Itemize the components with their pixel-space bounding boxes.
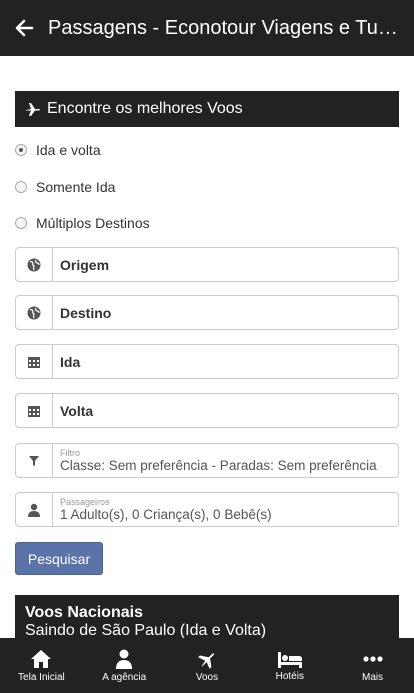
globe-icon	[27, 306, 41, 319]
flight-search-title: Encontre os melhores Voos	[47, 100, 243, 117]
passengers-label: Passageiros	[60, 497, 110, 507]
filter-content: Filtro Classe: Sem preferência - Paradas…	[53, 444, 377, 477]
origin-field[interactable]: Origem	[15, 247, 399, 282]
filter-field[interactable]: Filtro Classe: Sem preferência - Paradas…	[15, 443, 399, 478]
promo-card[interactable]: Voos Nacionais Saindo de São Paulo (Ida …	[15, 595, 399, 638]
search-button[interactable]: Pesquisar	[15, 542, 103, 575]
plane-icon	[198, 652, 214, 669]
nav-home[interactable]: Tela Inicial	[0, 638, 83, 693]
arrow-left-icon	[15, 19, 34, 37]
trip-type-oneway-label: Somente Ida	[36, 179, 116, 195]
destination-addon	[16, 296, 53, 329]
trip-type-roundtrip-label: Ida e volta	[36, 142, 101, 158]
more-icon	[362, 655, 383, 662]
filter-addon	[16, 444, 53, 477]
app-bar: Passagens - Econotour Viagens e Turismo	[0, 0, 414, 56]
user-icon	[116, 649, 133, 669]
nav-flights-label: Voos	[195, 671, 219, 683]
nav-hotels[interactable]: Hotéis	[248, 638, 331, 693]
bed-icon	[277, 651, 302, 668]
filter-value: Classe: Sem preferência - Paradas: Sem p…	[60, 458, 377, 473]
nav-flights[interactable]: Voos	[166, 638, 249, 693]
back-button[interactable]	[0, 0, 48, 56]
passengers-value: 1 Adulto(s), 0 Criança(s), 0 Bebê(s)	[60, 507, 272, 522]
filter-icon	[29, 455, 39, 466]
bottom-nav: Tela Inicial A agência Voos Hotéis Mais	[0, 638, 414, 693]
passengers-content: Passageiros 1 Adulto(s), 0 Criança(s), 0…	[53, 493, 272, 526]
promo-subtitle: Saindo de São Paulo (Ida e Volta)	[25, 622, 267, 638]
calendar-icon	[28, 356, 40, 368]
departure-date-input[interactable]: Ida	[53, 345, 80, 378]
return-date-field[interactable]: Volta	[15, 393, 399, 428]
plane-icon	[26, 103, 40, 116]
home-icon	[31, 649, 52, 668]
radio-oneway[interactable]	[15, 181, 27, 193]
passengers-addon	[16, 493, 53, 526]
user-icon	[28, 503, 40, 517]
trip-type-multicity-label: Múltiplos Destinos	[36, 215, 150, 231]
nav-agency-label: A agência	[102, 671, 147, 683]
nav-hotels-label: Hotéis	[275, 670, 304, 682]
calendar-icon	[28, 405, 40, 417]
filter-label: Filtro	[60, 448, 80, 458]
origin-input[interactable]: Origem	[53, 248, 109, 281]
nav-more-label: Mais	[362, 671, 384, 683]
destination-field[interactable]: Destino	[15, 295, 399, 330]
promo-title: Voos Nacionais	[25, 604, 143, 621]
radio-roundtrip[interactable]	[15, 144, 27, 156]
origin-addon	[16, 248, 53, 281]
flight-search-header: Encontre os melhores Voos	[15, 91, 399, 127]
return-date-addon	[16, 394, 53, 427]
departure-date-field[interactable]: Ida	[15, 344, 399, 379]
main-content: Encontre os melhores Voos Ida e volta So…	[0, 56, 414, 638]
globe-icon	[27, 258, 41, 271]
page-title: Passagens - Econotour Viagens e Turismo	[48, 16, 400, 39]
destination-input[interactable]: Destino	[53, 296, 111, 329]
radio-multicity[interactable]	[15, 217, 27, 229]
trip-type-oneway[interactable]: Somente Ida	[15, 179, 115, 195]
return-date-input[interactable]: Volta	[53, 394, 93, 427]
passengers-field[interactable]: Passageiros 1 Adulto(s), 0 Criança(s), 0…	[15, 492, 399, 527]
trip-type-multicity[interactable]: Múltiplos Destinos	[15, 215, 150, 231]
trip-type-roundtrip[interactable]: Ida e volta	[15, 142, 101, 158]
nav-agency[interactable]: A agência	[83, 638, 166, 693]
nav-home-label: Tela Inicial	[18, 671, 65, 683]
departure-date-addon	[16, 345, 53, 378]
nav-more[interactable]: Mais	[331, 638, 414, 693]
